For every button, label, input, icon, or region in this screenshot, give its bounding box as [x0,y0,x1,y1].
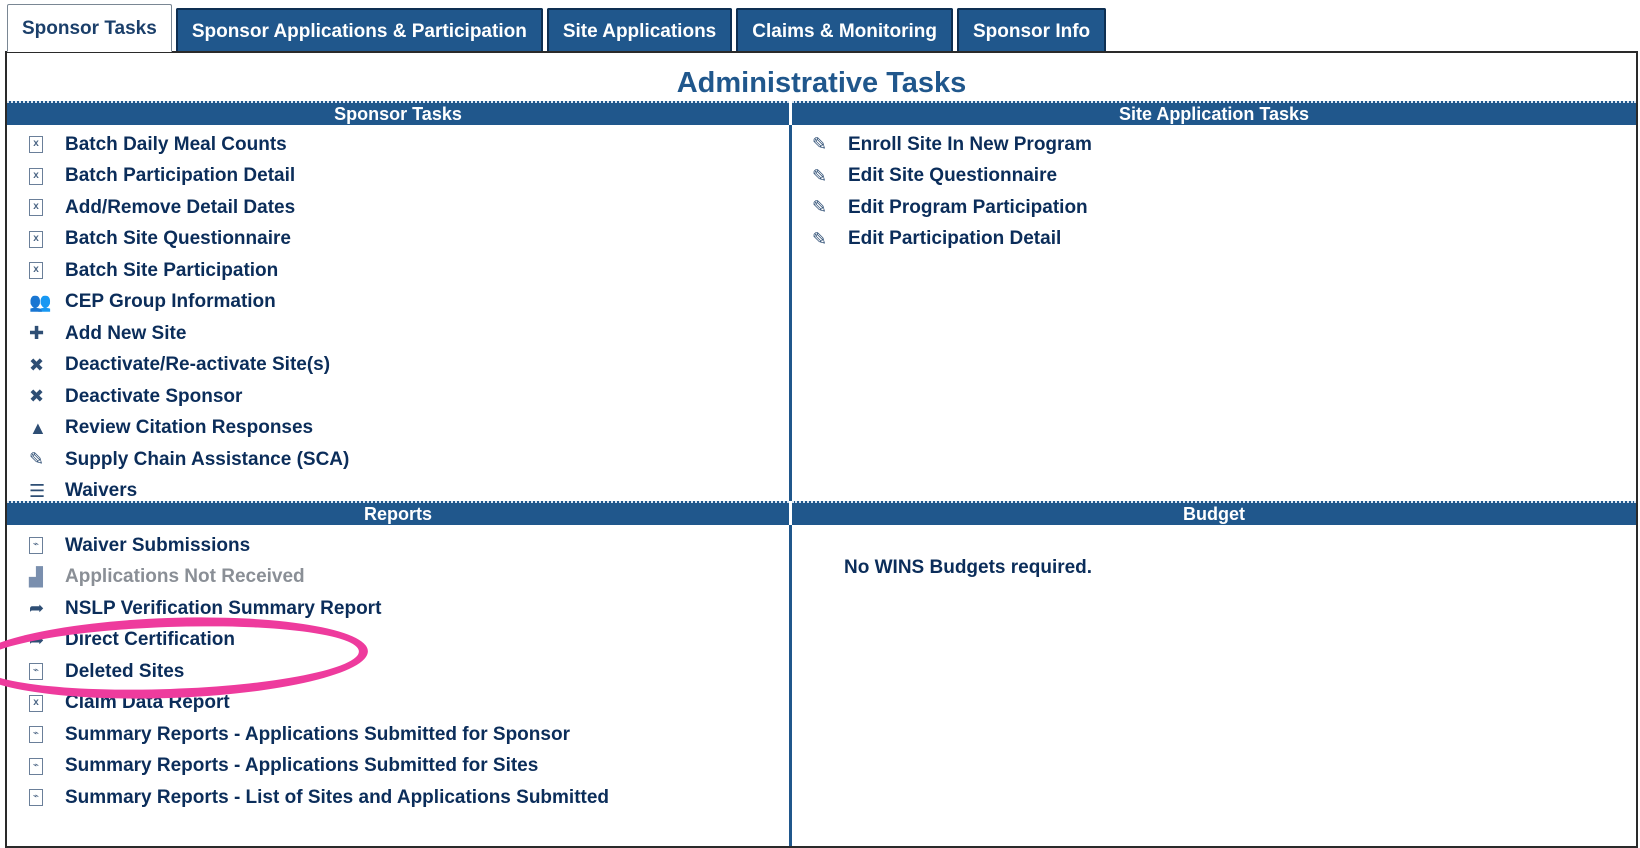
pdf-file-icon: ⌁ [9,789,65,807]
report-item-label: Summary Reports - Applications Submitted… [65,755,539,777]
sponsor-task-item[interactable]: x Batch Site Questionnaire [9,224,779,256]
report-item-label: Claim Data Report [65,692,230,714]
report-item[interactable]: ➦ Direct Certification [9,625,779,657]
excel-file-icon: x [9,136,65,154]
warning-icon: ▲ [29,417,47,438]
column-divider [789,525,792,846]
edit-icon: ✎ [812,228,828,249]
sponsor-task-item-label: Add New Site [65,322,187,344]
site-application-task-item[interactable]: ✎ Enroll Site In New Program [792,129,1622,161]
pdf-file-icon: ⌁ [9,663,65,681]
site-application-tasks-list: ✎ Enroll Site In New Program ✎ Edit Site Qu… [792,129,1622,255]
report-item-label: Direct Certification [65,629,235,651]
sponsor-task-item-label: Batch Participation Detail [65,165,296,187]
tab-sponsor-applications-participation[interactable]: Sponsor Applications & Participation [175,8,543,52]
sponsor-task-item-label: Review Citation Responses [65,417,314,439]
report-item-label: Waiver Submissions [65,534,251,556]
tab-bar: Sponsor Tasks Sponsor Applications & Par… [7,4,1110,52]
excel-file-icon: x [9,167,65,185]
report-item[interactable]: ⌁ Summary Reports - List of Sites and App… [9,782,779,814]
excel-file-icon: x [9,694,65,712]
sponsor-task-item[interactable]: x Batch Participation Detail [9,161,779,193]
x-icon: ✖ [29,354,45,375]
x-icon: ✖ [29,386,45,407]
sponsor-task-item-label: Batch Site Questionnaire [65,228,291,250]
sponsor-task-item[interactable]: ☰ Waivers [9,476,779,508]
budget-text: No WINS Budgets required. [844,557,1093,578]
site-application-task-item-label: Edit Participation Detail [848,228,1062,250]
report-item-label: NSLP Verification Summary Report [65,597,382,619]
report-item: ▟ Applications Not Received [9,562,779,594]
sponsor-tasks-header: Sponsor Tasks [7,101,789,125]
report-item[interactable]: x Claim Data Report [9,688,779,720]
tab-sponsor-info[interactable]: Sponsor Info [956,8,1107,52]
budget-header: Budget [792,501,1636,525]
site-application-task-item-label: Edit Site Questionnaire [848,165,1058,187]
sponsor-task-item[interactable]: ✖ Deactivate/Re-activate Site(s) [9,350,779,382]
report-item-label: Deleted Sites [65,660,185,682]
report-item[interactable]: ⌁ Deleted Sites [9,656,779,688]
sponsor-task-item-label: Batch Daily Meal Counts [65,133,287,155]
site-application-tasks-header: Site Application Tasks [792,101,1636,125]
sponsor-task-item[interactable]: x Batch Daily Meal Counts [9,129,779,161]
page-title: Administrative Tasks [676,67,967,99]
edit-icon: ✎ [812,197,828,218]
report-item-label: Summary Reports - List of Sites and Appl… [65,786,610,808]
sponsor-task-item[interactable]: x Add/Remove Detail Dates [9,192,779,224]
sponsor-task-item[interactable]: ✖ Deactivate Sponsor [9,381,779,413]
report-item-label: Summary Reports - Applications Submitted… [65,723,570,745]
sponsor-task-item[interactable]: 👥 CEP Group Information [9,287,779,319]
report-item[interactable]: ⌁ Summary Reports - Applications Submitte… [9,751,779,783]
tab-claims-monitoring[interactable]: Claims & Monitoring [736,8,953,52]
excel-file-icon: x [9,199,65,217]
plus-icon: ✚ [29,323,45,344]
pdf-file-icon: ⌁ [9,726,65,744]
sponsor-task-item-label: Deactivate/Re-activate Site(s) [65,354,331,376]
sponsor-tasks-list: x Batch Daily Meal Counts x Batch Participa… [9,129,779,507]
excel-file-icon: x [9,262,65,280]
site-application-task-item-label: Enroll Site In New Program [848,133,1092,155]
report-item[interactable]: ➦ NSLP Verification Summary Report [9,593,779,625]
bar-chart-icon: ▟ [29,566,43,587]
sponsor-task-item-label: Batch Site Participation [65,259,279,281]
site-application-task-item-label: Edit Program Participation [848,196,1088,218]
sponsor-task-item[interactable]: ✎ Supply Chain Assistance (SCA) [9,444,779,476]
site-application-task-item[interactable]: ✎ Edit Site Questionnaire [792,161,1622,193]
edit-icon: ✎ [812,134,828,155]
excel-file-icon: x [9,230,65,248]
sponsor-task-item[interactable]: ▲ Review Citation Responses [9,413,779,445]
reports-list: ⌁ Waiver Submissions ▟ Applications Not Rec… [9,530,779,814]
site-application-task-item[interactable]: ✎ Edit Participation Detail [792,224,1622,256]
share-arrow-icon: ➦ [29,598,45,619]
report-item[interactable]: ⌁ Summary Reports - Applications Submitte… [9,719,779,751]
tab-site-applications[interactable]: Site Applications [546,8,733,52]
edit-icon: ✎ [29,449,45,470]
sponsor-task-item-label: CEP Group Information [65,291,276,313]
report-item[interactable]: ⌁ Waiver Submissions [9,530,779,562]
report-item-label: Applications Not Received [65,566,305,588]
sponsor-task-item-label: Supply Chain Assistance (SCA) [65,448,350,470]
edit-icon: ✎ [812,165,828,186]
tab-sponsor-tasks[interactable]: Sponsor Tasks [7,4,172,52]
group-icon: 👥 [29,291,52,312]
pdf-file-icon: ⌁ [9,537,65,555]
site-application-task-item[interactable]: ✎ Edit Program Participation [792,192,1622,224]
sponsor-task-item-label: Waivers [65,480,138,502]
sponsor-task-item-label: Deactivate Sponsor [65,385,243,407]
pdf-file-icon: ⌁ [9,757,65,775]
sponsor-task-item-label: Add/Remove Detail Dates [65,196,296,218]
sponsor-task-item[interactable]: ✚ Add New Site [9,318,779,350]
list-icon: ☰ [29,480,46,501]
share-arrow-icon: ➦ [29,629,45,650]
sponsor-task-item[interactable]: x Batch Site Participation [9,255,779,287]
